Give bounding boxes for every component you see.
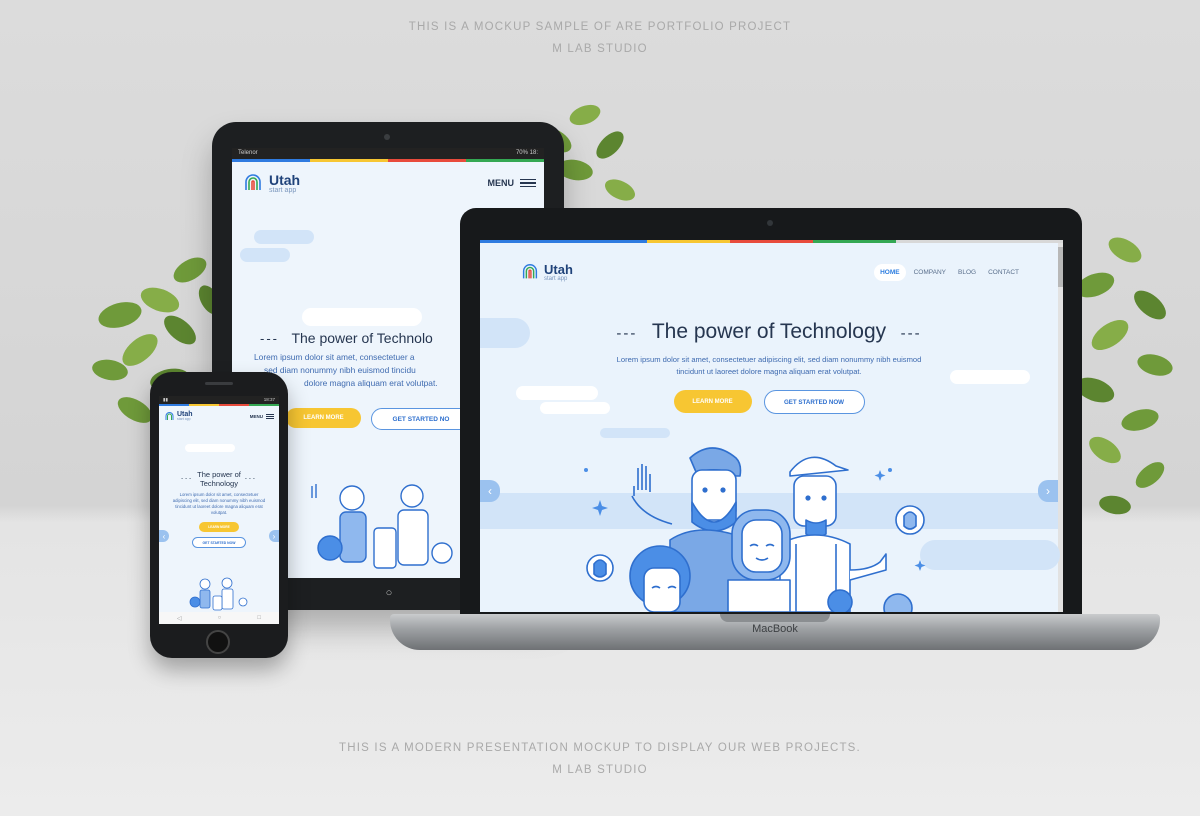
top-caption-line2: M LAB STUDIO — [552, 43, 648, 55]
phone-people-illustration — [189, 577, 248, 611]
phone-speaker — [205, 382, 233, 385]
laptop-hero-title: The power of Technology — [651, 320, 887, 343]
laptop-hero-text: Lorem ipsum dolor sit amet, consectetuer… — [616, 355, 922, 376]
laptop-site-header: Utah start app HOME COMPANY BLOG CONTACT — [480, 243, 1063, 283]
phone-hero-buttons: LEARN MORE GET STARTED NOW — [159, 522, 279, 548]
laptop-learn-more-button[interactable]: LEARN MORE — [673, 390, 752, 413]
phone-menu-label: MENU — [249, 414, 263, 419]
laptop-brand-label: MacBook — [752, 623, 798, 635]
laptop-hero-buttons: LEARN MORE GET STARTED NOW — [480, 390, 1058, 414]
phone-nav-keys: ◁ ○ □ — [159, 612, 279, 624]
nav-company[interactable]: COMPANY — [910, 264, 950, 281]
phone-screen: ▮▮ 18:37 Utah start app MENU --- The pow… — [159, 396, 279, 624]
tablet-logo[interactable]: Utah start app — [242, 172, 300, 194]
phone-hero-title-line2: Technology — [200, 479, 238, 488]
tablet-logo-name: Utah — [269, 171, 301, 188]
fingerprint-logo-icon — [165, 412, 174, 420]
phone-logo[interactable]: Utah start app — [164, 411, 193, 422]
phone-menu[interactable]: MENU — [250, 413, 274, 420]
home-circle-icon[interactable]: ○ — [386, 587, 393, 599]
laptop-get-started-button[interactable]: GET STARTED NOW — [763, 390, 865, 414]
tablet-site-header: Utah start app MENU — [232, 162, 544, 194]
laptop-scrollbar-thumb[interactable] — [1058, 247, 1063, 287]
phone-hero-text: Lorem ipsum dolor sit amet, consectetuer… — [172, 492, 266, 515]
tablet-time: 18: — [529, 150, 538, 156]
top-caption-line1: THIS IS A MOCKUP SAMPLE OF ARE PORTFOLIO… — [408, 21, 792, 33]
phone-home-button[interactable] — [206, 630, 230, 654]
phone-site-header: Utah start app MENU — [159, 406, 279, 422]
phone-dashes-left: --- — [181, 476, 194, 482]
laptop-lid: Utah start app HOME COMPANY BLOG CONTACT… — [460, 208, 1082, 636]
fingerprint-logo-icon — [522, 264, 538, 279]
bottom-caption-line2: M LAB STUDIO — [552, 764, 648, 776]
tablet-color-bar — [232, 159, 544, 162]
laptop-logo-tagline: start app — [544, 275, 568, 282]
laptop-logo-name: Utah — [544, 261, 573, 277]
tablet-hero-buttons: LEARN MORE GET STARTED NO — [286, 408, 471, 430]
phone-hero-title: The power of Technology — [197, 470, 241, 488]
hamburger-icon[interactable] — [266, 413, 274, 420]
laptop-base: MacBook — [390, 614, 1160, 650]
tablet-status-right: 70% 18: — [516, 150, 538, 157]
phone-status-bar: ▮▮ 18:37 — [159, 396, 279, 404]
signal-icon: ▮▮ — [163, 397, 168, 402]
tablet-learn-more-button[interactable]: LEARN MORE — [286, 408, 361, 428]
laptop-color-bar — [480, 240, 1063, 243]
tablet-status-bar: Telenor 70% 18: — [232, 148, 544, 159]
phone-color-bar — [159, 404, 279, 406]
phone-dashes-right: --- — [244, 476, 257, 482]
laptop-cloud — [600, 428, 670, 438]
chevron-left-icon: ‹ — [488, 484, 492, 498]
laptop-dashes-right: --- — [900, 325, 922, 342]
chevron-right-icon: › — [1046, 484, 1050, 498]
nav-contact[interactable]: CONTACT — [984, 264, 1023, 281]
laptop-logo[interactable]: Utah start app — [520, 261, 573, 283]
back-icon[interactable]: ◁ — [177, 615, 182, 622]
tablet-camera — [384, 134, 390, 140]
home-circle-icon[interactable]: ○ — [218, 615, 222, 621]
tablet-menu[interactable]: MENU — [487, 177, 536, 190]
phone-slider-next-button[interactable]: › — [269, 530, 279, 542]
laptop-dashes-left: --- — [616, 325, 638, 342]
tablet-get-started-button[interactable]: GET STARTED NO — [371, 408, 471, 430]
laptop-camera — [767, 220, 773, 226]
laptop-nav: HOME COMPANY BLOG CONTACT — [874, 263, 1023, 281]
chevron-left-icon: ‹ — [162, 531, 166, 541]
laptop-hero-heading: --- The power of Technology --- — [480, 320, 1058, 344]
hamburger-icon[interactable] — [520, 177, 536, 190]
bottom-caption: THIS IS A MODERN PRESENTATION MOCKUP TO … — [0, 737, 1200, 781]
laptop-screen: Utah start app HOME COMPANY BLOG CONTACT… — [480, 240, 1063, 612]
tablet-dashes-left: --- — [260, 331, 279, 346]
laptop-slider-next-button[interactable]: › — [1038, 480, 1058, 502]
phone-get-started-button[interactable]: GET STARTED NOW — [192, 537, 246, 548]
tablet-menu-label: MENU — [487, 178, 515, 188]
laptop-slider-prev-button[interactable]: ‹ — [480, 480, 500, 502]
phone-device: ▮▮ 18:37 Utah start app MENU --- The pow… — [150, 372, 288, 658]
phone-hero-title-line1: The power of — [197, 470, 241, 479]
chevron-right-icon: › — [272, 531, 276, 541]
nav-home[interactable]: HOME — [874, 263, 906, 281]
tablet-hero-title: The power of Technolo — [291, 330, 433, 346]
tablet-cloud — [302, 308, 422, 326]
tablet-cloud — [254, 230, 314, 244]
phone-cloud — [185, 444, 235, 452]
nav-blog[interactable]: BLOG — [954, 264, 980, 281]
phone-time: 18:37 — [263, 397, 275, 402]
fingerprint-logo-icon — [245, 174, 261, 190]
phone-hero-heading: --- The power of Technology --- — [159, 470, 279, 488]
tablet-carrier: Telenor — [238, 150, 258, 156]
top-caption: THIS IS A MOCKUP SAMPLE OF ARE PORTFOLIO… — [0, 16, 1200, 60]
laptop-notch — [720, 614, 830, 622]
laptop-people-illustration — [584, 447, 926, 612]
laptop-cloud — [950, 370, 1030, 384]
tablet-logo-tagline: start app — [269, 186, 297, 194]
tablet-battery: 70% — [515, 150, 528, 156]
bottom-caption-line1: THIS IS A MODERN PRESENTATION MOCKUP TO … — [339, 742, 861, 754]
phone-learn-more-button[interactable]: LEARN MORE — [199, 522, 239, 532]
tablet-cloud — [240, 248, 290, 262]
recent-apps-icon[interactable]: □ — [257, 615, 261, 621]
phone-logo-tagline: start app — [177, 417, 191, 422]
